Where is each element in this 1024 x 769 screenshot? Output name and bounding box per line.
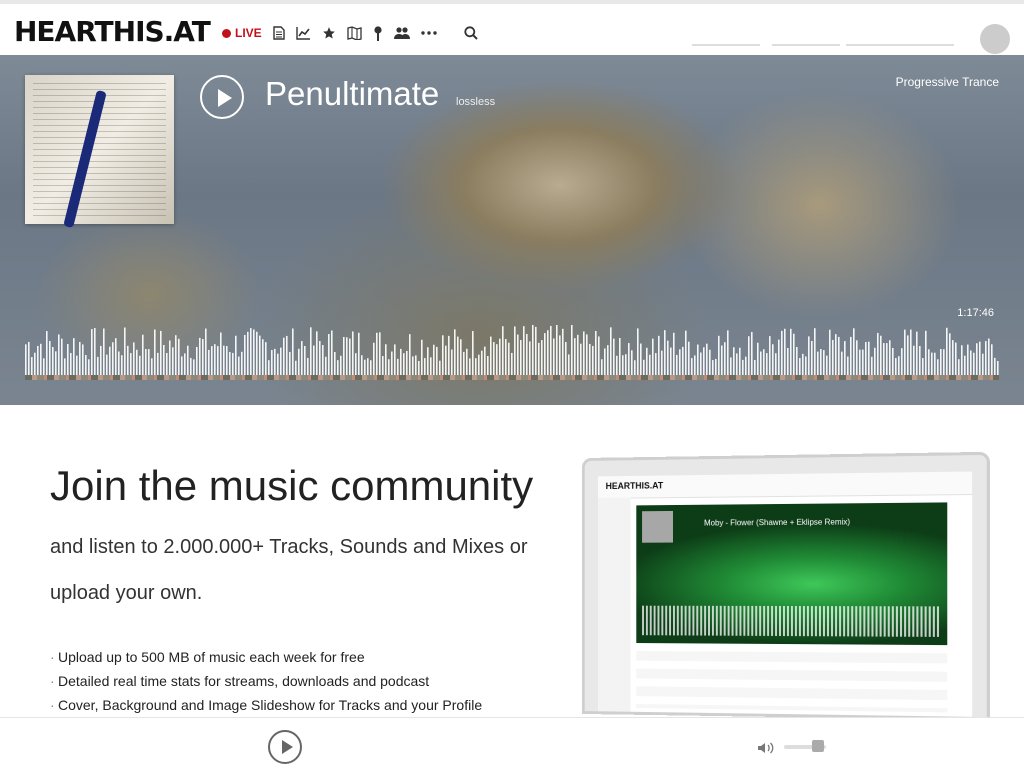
bottom-play-button[interactable]: [268, 730, 302, 764]
screenshot-logo: HEARTHIS.AT: [605, 480, 664, 491]
document-icon[interactable]: [272, 26, 285, 40]
hero-player: Penultimate lossless Progressive Trance …: [0, 55, 1024, 405]
benefit-item: Detailed real time stats for streams, do…: [50, 671, 482, 695]
benefit-item: Cover, Background and Image Slideshow fo…: [50, 695, 482, 719]
track-duration: 1:17:46: [957, 307, 994, 319]
waveform-color-strip: [25, 375, 999, 380]
user-avatar[interactable]: [980, 24, 1010, 54]
live-dot-icon: [222, 28, 231, 38]
bottom-player-bar: [0, 717, 1024, 769]
map-icon[interactable]: [347, 26, 362, 40]
screenshot-track-title: Moby - Flower (Shawne + Eklipse Remix): [704, 517, 851, 528]
volume-slider-knob[interactable]: [812, 740, 824, 752]
track-cover-image[interactable]: [25, 75, 174, 229]
live-label: LIVE: [235, 26, 262, 40]
join-subheading: and listen to 2.000.000+ Tracks, Sounds …: [50, 536, 528, 604]
login-button[interactable]: [686, 16, 766, 52]
benefits-list: Upload up to 500 MB of music each week f…: [50, 647, 482, 719]
more-icon[interactable]: [420, 31, 437, 35]
play-button[interactable]: [200, 75, 244, 119]
laptop-screenshot-image: HEARTHIS.AT Moby - Flower (Shawne + Ekli…: [581, 451, 990, 721]
quality-label: lossless: [456, 96, 496, 108]
benefit-item: Upload up to 500 MB of music each week f…: [50, 647, 482, 671]
waveform-seekbar[interactable]: [25, 325, 999, 380]
top-navigation-bar: HEARTHIS.AT LIVE: [0, 0, 1024, 55]
site-logo[interactable]: HEARTHIS.AT: [14, 12, 211, 52]
chart-icon[interactable]: [295, 26, 311, 40]
track-title[interactable]: Penultimate: [265, 75, 439, 113]
volume-icon[interactable]: [757, 741, 775, 760]
main-nav: LIVE: [222, 22, 437, 44]
pin-icon[interactable]: [373, 25, 383, 41]
search-icon[interactable]: [464, 26, 478, 45]
upload-button[interactable]: [840, 16, 960, 52]
group-icon[interactable]: [393, 26, 410, 40]
live-link[interactable]: LIVE: [222, 26, 262, 40]
join-heading: Join the music community: [50, 462, 534, 509]
signup-button[interactable]: [766, 16, 846, 52]
star-icon[interactable]: [322, 26, 336, 40]
genre-tag[interactable]: Progressive Trance: [896, 75, 999, 89]
